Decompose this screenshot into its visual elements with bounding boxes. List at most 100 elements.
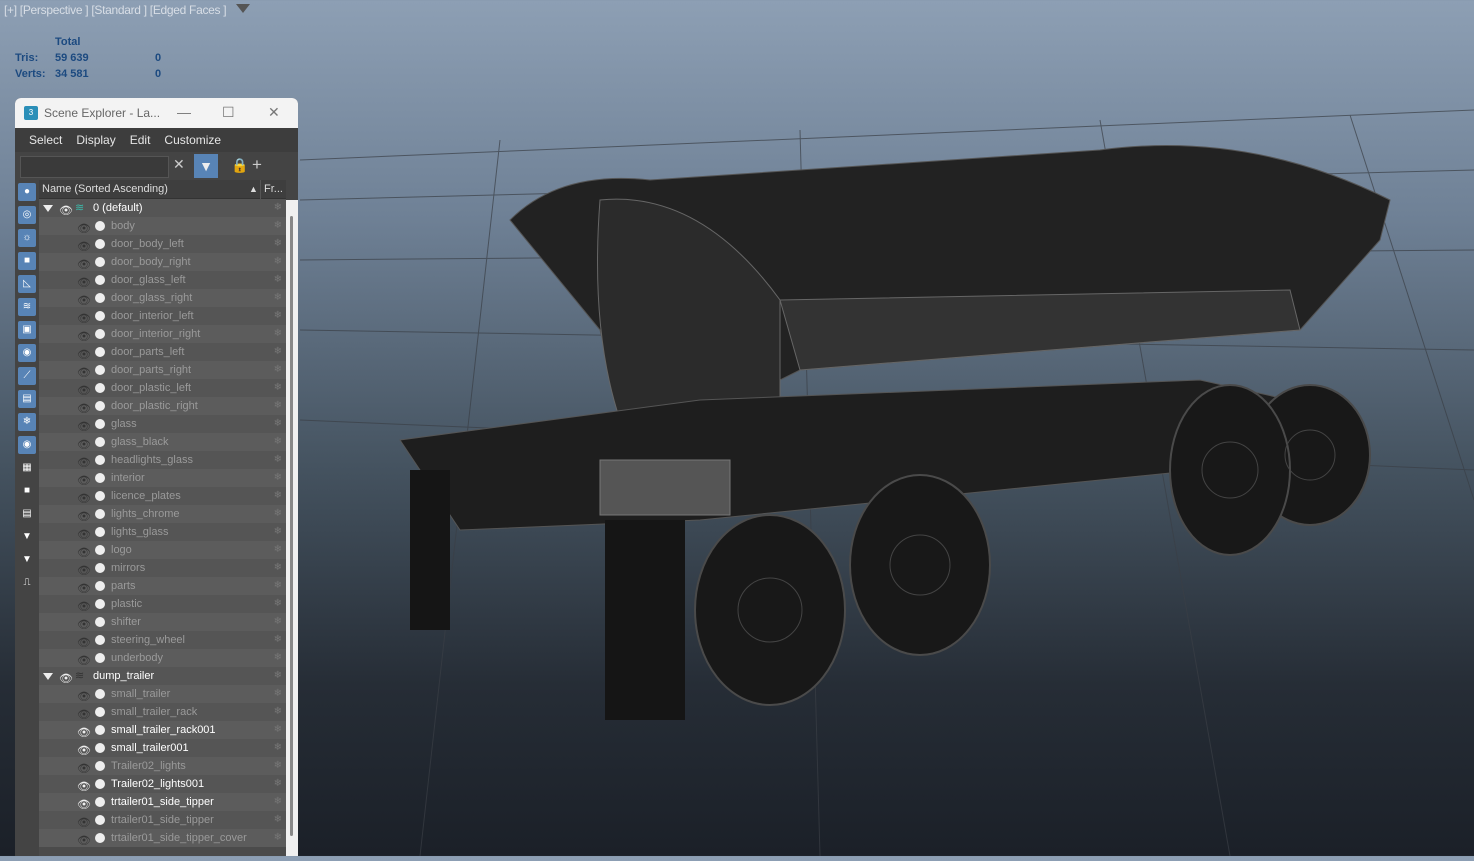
filter-selected-icon[interactable]: ▼ [18,528,36,546]
name-column-header[interactable]: Name (Sorted Ascending) [42,180,168,199]
object-row[interactable]: 👁 trtailer01_side_tipper ❄ [39,811,286,829]
object-row[interactable]: 👁 small_trailer001 ❄ [39,739,286,757]
minimize-button[interactable]: — [177,104,191,120]
object-row[interactable]: 👁 door_glass_right ❄ [39,289,286,307]
object-row[interactable]: 👁 trtailer01_side_tipper_cover ❄ [39,829,286,847]
display-hidden-icon[interactable]: ◉ [18,436,36,454]
freeze-icon[interactable]: ❄ [274,505,282,523]
object-row[interactable]: 👁 small_trailer_rack001 ❄ [39,721,286,739]
freeze-icon[interactable]: ❄ [274,793,282,811]
freeze-icon[interactable]: ❄ [274,757,282,775]
object-row[interactable]: 👁 door_parts_left ❄ [39,343,286,361]
display-geometry-icon[interactable]: ● [18,183,36,201]
object-row[interactable]: 👁 door_glass_left ❄ [39,271,286,289]
expand-arrow-icon[interactable] [43,673,53,680]
display-groups-icon[interactable]: ▣ [18,321,36,339]
object-row[interactable]: 👁 door_plastic_right ❄ [39,397,286,415]
freeze-icon[interactable]: ❄ [274,649,282,667]
freeze-icon[interactable]: ❄ [274,469,282,487]
freeze-icon[interactable]: ❄ [274,343,282,361]
freeze-icon[interactable]: ❄ [274,487,282,505]
freeze-icon[interactable]: ❄ [274,541,282,559]
clear-search-icon[interactable]: ✕ [173,156,185,173]
object-row[interactable]: 👁 lights_glass ❄ [39,523,286,541]
object-row[interactable]: 👁 licence_plates ❄ [39,487,286,505]
display-none-icon[interactable]: ■ [18,482,36,500]
freeze-icon[interactable]: ❄ [274,523,282,541]
object-row[interactable]: 👁 shifter ❄ [39,613,286,631]
object-row[interactable]: 👁 mirrors ❄ [39,559,286,577]
filter-icon[interactable] [236,4,250,13]
object-row[interactable]: 👁 body ❄ [39,217,286,235]
freeze-icon[interactable]: ❄ [274,829,282,847]
object-row[interactable]: 👁 lights_chrome ❄ [39,505,286,523]
freeze-icon[interactable]: ❄ [274,199,282,217]
freeze-icon[interactable]: ❄ [274,631,282,649]
freeze-icon[interactable]: ❄ [274,685,282,703]
freeze-icon[interactable]: ❄ [274,361,282,379]
object-row[interactable]: 👁 logo ❄ [39,541,286,559]
menu-select[interactable]: Select [29,133,62,147]
maximize-button[interactable]: ☐ [222,104,235,121]
object-row[interactable]: 👁 door_body_right ❄ [39,253,286,271]
freeze-icon[interactable]: ❄ [274,775,282,793]
freeze-icon[interactable]: ❄ [274,271,282,289]
layer-row[interactable]: 👁 ≋ dump_trailer ❄ [39,667,286,685]
freeze-icon[interactable]: ❄ [274,577,282,595]
object-row[interactable]: 👁 steering_wheel ❄ [39,631,286,649]
lock-icon[interactable]: 🔒 [231,157,248,174]
menu-customize[interactable]: Customize [164,133,221,147]
object-row[interactable]: 👁 underbody ❄ [39,649,286,667]
object-row[interactable]: 👁 glass ❄ [39,415,286,433]
freeze-icon[interactable]: ❄ [274,595,282,613]
object-row[interactable]: 👁 small_trailer ❄ [39,685,286,703]
freeze-icon[interactable]: ❄ [274,397,282,415]
freeze-icon[interactable]: ❄ [274,703,282,721]
layer-row[interactable]: 👁 ≋ 0 (default) ❄ [39,199,286,217]
freeze-icon[interactable]: ❄ [274,721,282,739]
title-bar[interactable]: 3 Scene Explorer - La... — ☐ ✕ [15,98,298,128]
add-layer-icon[interactable]: + [252,155,262,175]
display-shapes-icon[interactable]: ◎ [18,206,36,224]
display-cameras-icon[interactable]: ■ [18,252,36,270]
display-all-icon[interactable]: ▦ [18,459,36,477]
close-button[interactable]: ✕ [268,104,280,121]
freeze-icon[interactable]: ❄ [274,379,282,397]
select-dependents-icon[interactable]: ⎍ [18,574,36,592]
freeze-icon[interactable]: ❄ [274,667,282,685]
object-row[interactable]: 👁 door_interior_left ❄ [39,307,286,325]
expand-arrow-icon[interactable] [43,205,53,212]
object-row[interactable]: 👁 Trailer02_lights ❄ [39,757,286,775]
display-invert-icon[interactable]: ▤ [18,505,36,523]
object-row[interactable]: 👁 door_parts_right ❄ [39,361,286,379]
viewport-label[interactable]: [+] [Perspective ] [Standard ] [Edged Fa… [4,3,227,17]
object-row[interactable]: 👁 glass_black ❄ [39,433,286,451]
object-row[interactable]: 👁 small_trailer_rack ❄ [39,703,286,721]
filter-toggle-icon[interactable]: ▼ [194,154,218,178]
object-row[interactable]: 👁 Trailer02_lights001 ❄ [39,775,286,793]
freeze-icon[interactable]: ❄ [274,739,282,757]
object-row[interactable]: 👁 plastic ❄ [39,595,286,613]
freeze-icon[interactable]: ❄ [274,253,282,271]
freeze-icon[interactable]: ❄ [274,559,282,577]
display-bones-icon[interactable]: ⟋ [18,367,36,385]
freeze-icon[interactable]: ❄ [274,451,282,469]
freeze-icon[interactable]: ❄ [274,289,282,307]
display-spacewarps-icon[interactable]: ≋ [18,298,36,316]
freeze-icon[interactable]: ❄ [274,325,282,343]
freeze-icon[interactable]: ❄ [274,811,282,829]
frozen-column-header[interactable]: Fr... [260,180,283,199]
object-row[interactable]: 👁 door_body_left ❄ [39,235,286,253]
object-row[interactable]: 👁 door_plastic_left ❄ [39,379,286,397]
object-row[interactable]: 👁 headlights_glass ❄ [39,451,286,469]
display-frozen-icon[interactable]: ❄ [18,413,36,431]
freeze-icon[interactable]: ❄ [274,217,282,235]
freeze-icon[interactable]: ❄ [274,433,282,451]
display-lights-icon[interactable]: ☼ [18,229,36,247]
display-containers-icon[interactable]: ▤ [18,390,36,408]
scrollbar-thumb[interactable] [290,216,293,836]
freeze-icon[interactable]: ❄ [274,307,282,325]
display-xrefs-icon[interactable]: ◉ [18,344,36,362]
freeze-icon[interactable]: ❄ [274,415,282,433]
menu-display[interactable]: Display [76,133,115,147]
